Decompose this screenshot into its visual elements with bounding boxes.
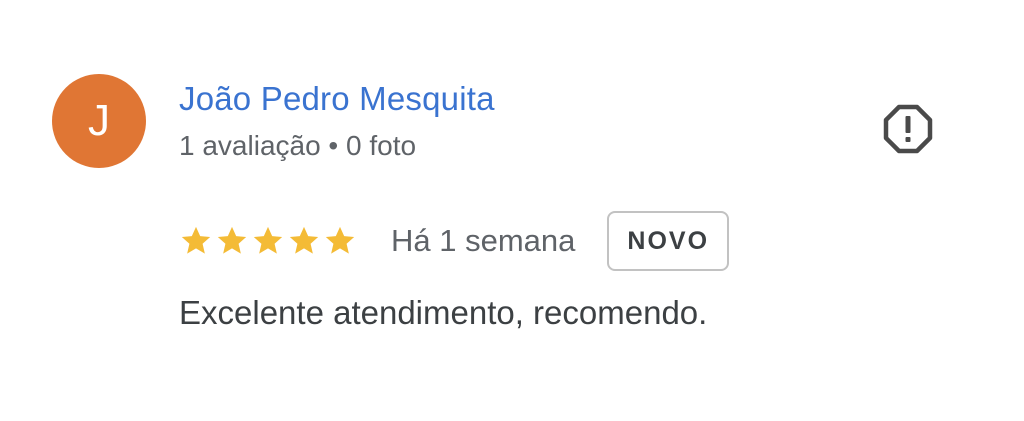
avatar-initial: J [88, 96, 110, 145]
review-time: Há 1 semana [391, 223, 576, 258]
star-icon [181, 226, 211, 254]
avatar[interactable]: J [52, 74, 146, 168]
star-rating [179, 224, 357, 258]
alert-octagon-icon [883, 104, 933, 154]
star-icon [325, 226, 355, 254]
star-icon [289, 226, 319, 254]
star-icon [253, 226, 283, 254]
author-meta: 1 avaliação • 0 foto [179, 130, 417, 161]
new-badge: NOVO [607, 211, 730, 271]
rating-row: Há 1 semana NOVO [179, 208, 730, 274]
report-button[interactable] [880, 101, 936, 157]
author-name-link[interactable]: João Pedro Mesquita [179, 80, 495, 118]
review-card: J João Pedro Mesquita 1 avaliação • 0 fo… [0, 0, 1024, 421]
review-text: Excelente atendimento, recomendo. [179, 294, 708, 331]
star-icon [217, 226, 247, 254]
